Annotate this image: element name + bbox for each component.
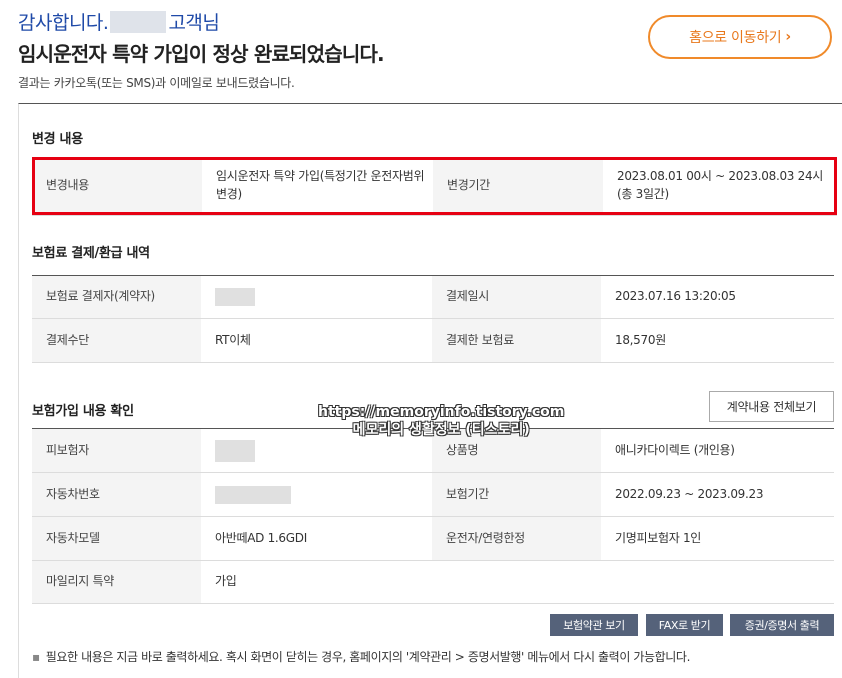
- chevron-right-icon: ›: [785, 29, 791, 45]
- paid-premium-value: 18,570원: [601, 318, 834, 363]
- page-title: 임시운전자 특약 가입이 정상 완료되었습니다.: [18, 42, 385, 66]
- payer-label: 보험료 결제자(계약자): [32, 275, 201, 319]
- driver-limit-label: 운전자/연령한정: [432, 516, 601, 561]
- product-value: 애니카다이렉트 (개인용): [601, 428, 834, 473]
- payment-method-label: 결제수단: [32, 318, 201, 363]
- table-row: 보험료 결제자(계약자) 결제일시 2023.07.16 13:20:05: [32, 275, 834, 319]
- insurance-period-value: 2022.09.23 ~ 2023.09.23: [601, 472, 834, 517]
- mileage-value: 가입: [201, 560, 432, 604]
- thanks-prefix: 감사합니다.: [18, 12, 109, 34]
- payment-method-value: RT이체: [201, 318, 432, 363]
- watermark-caption: 메모리의 생활정보 (티스토리): [352, 421, 530, 438]
- car-model-label: 자동차모델: [32, 516, 201, 561]
- certificate-print-button[interactable]: 증권/증명서 출력: [730, 614, 834, 636]
- payer-value: [201, 275, 432, 319]
- home-button[interactable]: 홈으로 이동하기 ›: [648, 15, 832, 59]
- thanks-greeting: 감사합니다. 고객님: [18, 8, 220, 35]
- redacted-payer: [215, 288, 255, 306]
- car-number-value: [201, 472, 432, 517]
- bullet-icon: ▪: [32, 650, 40, 664]
- notice-text: ▪ 필요한 내용은 지금 바로 출력하세요. 혹시 화면이 닫히는 경우, 홈페이…: [32, 648, 690, 665]
- redacted-insured: [215, 439, 255, 462]
- notice-message: 필요한 내용은 지금 바로 출력하세요. 혹시 화면이 닫히는 경우, 홈페이지…: [45, 650, 691, 664]
- table-row: 결제수단 RT이체 결제한 보험료 18,570원: [32, 318, 834, 363]
- payment-date-label: 결제일시: [432, 275, 601, 319]
- change-section-title: 변경 내용: [32, 132, 83, 147]
- home-button-label: 홈으로 이동하기: [689, 30, 782, 46]
- empty-cell: [432, 560, 601, 604]
- watermark: https://memoryinfo.tistory.com 메모리의 생활정보…: [318, 404, 564, 439]
- driver-limit-value: 기명피보험자 1인: [601, 516, 834, 561]
- paid-premium-label: 결제한 보험료: [432, 318, 601, 363]
- terms-button[interactable]: 보험약관 보기: [550, 614, 638, 636]
- payment-table: 보험료 결제자(계약자) 결제일시 2023.07.16 13:20:05 결제…: [32, 275, 834, 363]
- table-row: 마일리지 특약 가입: [32, 560, 834, 604]
- insurance-period-label: 보험기간: [432, 472, 601, 517]
- empty-cell: [601, 560, 834, 604]
- page-subtitle: 결과는 카카오톡(또는 SMS)과 이메일로 보내드렸습니다.: [18, 76, 295, 90]
- view-all-contract-button[interactable]: 계약내용 전체보기: [709, 391, 834, 422]
- car-model-value: 아반떼AD 1.6GDI: [201, 516, 432, 561]
- highlight-box: [32, 157, 837, 215]
- payment-date-value: 2023.07.16 13:20:05: [601, 275, 834, 319]
- fax-button[interactable]: FAX로 받기: [646, 614, 723, 636]
- contract-section-title: 보험가입 내용 확인: [32, 404, 134, 419]
- table-row: 자동차번호 보험기간 2022.09.23 ~ 2023.09.23: [32, 472, 834, 517]
- watermark-url: https://memoryinfo.tistory.com: [318, 404, 565, 420]
- redacted-car-number: [215, 485, 291, 504]
- contract-table: 피보험자 상품명 애니카다이렉트 (개인용) 자동차번호 보험기간 2022.0…: [32, 428, 834, 604]
- mileage-label: 마일리지 특약: [32, 560, 201, 604]
- redacted-customer-name: [110, 11, 167, 33]
- thanks-suffix: 고객님: [168, 12, 220, 34]
- payment-section-title: 보험료 결제/환급 내역: [32, 246, 150, 261]
- insured-label: 피보험자: [32, 428, 201, 473]
- table-row: 자동차모델 아반떼AD 1.6GDI 운전자/연령한정 기명피보험자 1인: [32, 516, 834, 561]
- car-number-label: 자동차번호: [32, 472, 201, 517]
